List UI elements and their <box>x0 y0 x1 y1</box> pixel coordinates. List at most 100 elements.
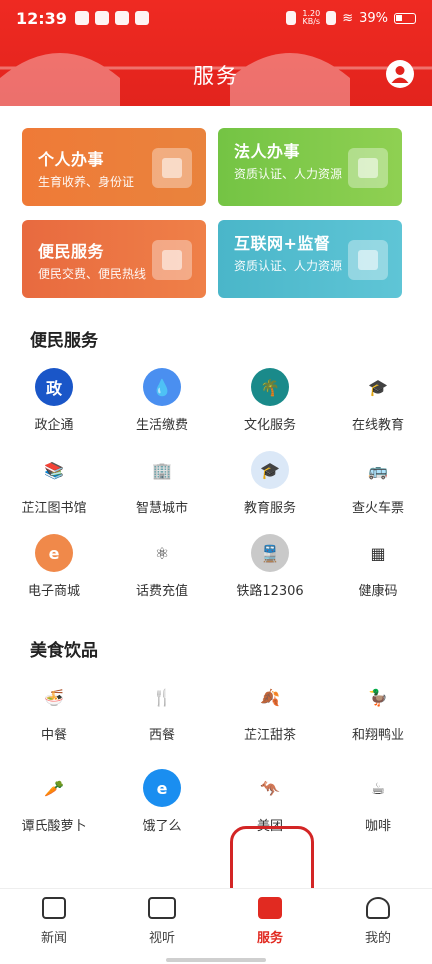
service-item-label: 话费充值 <box>135 584 188 599</box>
service-item[interactable]: 🍜 中餐 <box>0 678 108 750</box>
tab-label: 服务 <box>256 931 283 946</box>
status-right: 1.20 KB/s ≋ 39% <box>286 10 416 26</box>
government-icon: 政 <box>35 368 73 406</box>
monitor-icon <box>348 240 388 280</box>
card-subtitle: 生育收养、身份证 <box>38 175 135 189</box>
service-item-label: 芷江甜茶 <box>243 728 296 743</box>
card-convenience-service[interactable]: 便民服务 便民交费、便民热线 <box>22 220 206 298</box>
coffee-icon: ☕ <box>359 769 397 807</box>
service-item[interactable]: 🎓 教育服务 <box>216 451 324 523</box>
duck-icon: 🦆 <box>359 678 397 716</box>
service-item[interactable]: 🚌 查火车票 <box>324 451 432 523</box>
service-item[interactable]: ⚛ 话费充值 <box>108 534 216 606</box>
app-notification-icon <box>94 11 109 25</box>
crown-icon <box>134 11 149 25</box>
service-item-label: 铁路12306 <box>236 584 304 599</box>
status-time: 12:39 <box>16 8 67 28</box>
card-subtitle: 资质认证、人力资源 <box>234 167 343 181</box>
bus-icon: 🚌 <box>359 451 397 489</box>
card-legal-affairs[interactable]: 法人办事 资质认证、人力资源 <box>218 128 402 206</box>
service-item[interactable]: 🦆 和翔鸭业 <box>324 678 432 750</box>
service-item-label: 中餐 <box>40 728 67 743</box>
service-item[interactable]: 🚆 铁路12306 <box>216 534 324 606</box>
tab-video[interactable]: 视听 <box>108 897 216 955</box>
mail-icon <box>114 11 129 25</box>
user-icon <box>391 66 409 83</box>
service-item-label: 查火车票 <box>351 501 404 516</box>
service-item-label: 谭氏酸萝卜 <box>21 819 87 834</box>
service-item-label: 西餐 <box>148 728 175 743</box>
tab-label: 视听 <box>148 931 175 946</box>
service-item-label: 芷江图书馆 <box>21 501 87 516</box>
news-icon <box>42 897 66 919</box>
water-drop-icon: 💧 <box>143 368 181 406</box>
tab-label: 新闻 <box>40 931 67 946</box>
service-item-label: 文化服务 <box>243 418 296 433</box>
home-indicator <box>166 958 266 962</box>
service-item[interactable]: 🎓 在线教育 <box>324 368 432 440</box>
noodle-bowl-icon: 🍜 <box>35 678 73 716</box>
wifi-icon: ≋ <box>342 10 354 26</box>
tab-mine[interactable]: 我的 <box>324 897 432 955</box>
service-item[interactable]: ☕ 咖啡 <box>324 769 432 841</box>
document-icon <box>348 148 388 188</box>
graduation-cap-icon: 🎓 <box>359 368 397 406</box>
shop-icon: e <box>35 534 73 572</box>
palm-icon: 🌴 <box>251 368 289 406</box>
service-item-label: 饿了么 <box>142 819 182 834</box>
card-subtitle: 便民交费、便民热线 <box>38 267 147 281</box>
notification-icons <box>74 11 149 25</box>
service-item[interactable]: 📚 芷江图书馆 <box>0 451 108 523</box>
network-speed: 1.20 KB/s <box>302 9 321 26</box>
bottom-nav: 新闻 视听 服务 我的 <box>0 888 432 964</box>
tab-news[interactable]: 新闻 <box>0 897 108 955</box>
service-item-label: 生活缴费 <box>135 418 188 433</box>
section-title-food: 美食饮品 <box>30 641 98 661</box>
card-subtitle: 资质认证、人力资源 <box>234 259 343 273</box>
service-item[interactable]: e 电子商城 <box>0 534 108 606</box>
battery-text: 39% <box>359 10 388 26</box>
carrot-icon: 🥕 <box>35 769 73 807</box>
video-icon <box>148 897 176 919</box>
vibrate-icon <box>286 11 297 25</box>
section-title-convenience: 便民服务 <box>30 331 98 351</box>
folder-compass-icon <box>152 240 192 280</box>
profile-icon <box>366 897 390 919</box>
card-internet-supervision[interactable]: 互联网+监督 资质认证、人力资源 <box>218 220 402 298</box>
page-title: 服务 <box>193 64 239 88</box>
atom-icon: ⚛ <box>143 534 181 572</box>
service-item[interactable]: 政政企通 <box>0 368 108 440</box>
tab-label: 我的 <box>364 931 391 946</box>
meituan-icon: 🦘 <box>251 769 289 807</box>
tea-leaf-icon: 🍂 <box>251 678 289 716</box>
service-content: 个人办事 生育收养、身份证 法人办事 资质认证、人力资源 便民服务 便民交费、便… <box>0 106 432 888</box>
sim-icon <box>326 11 337 25</box>
service-item-label: 电子商城 <box>27 584 80 599</box>
card-personal-affairs[interactable]: 个人办事 生育收养、身份证 <box>22 128 206 206</box>
building-icon: 🏢 <box>143 451 181 489</box>
train-icon: 🚆 <box>251 534 289 572</box>
service-item[interactable]: e 饿了么 <box>108 769 216 841</box>
service-item-label: 教育服务 <box>243 501 296 516</box>
id-card-icon <box>152 148 192 188</box>
profile-button[interactable] <box>386 60 414 88</box>
service-item[interactable]: 🥕 谭氏酸萝卜 <box>0 769 108 841</box>
service-bookmark-icon <box>258 897 282 919</box>
battery-icon <box>394 12 416 24</box>
service-item[interactable]: 🌴 文化服务 <box>216 368 324 440</box>
header: 12:39 1.20 KB/s ≋ 39% 服务 <box>0 0 432 106</box>
service-item[interactable]: ▦ 健康码 <box>324 534 432 606</box>
service-item-label: 智慧城市 <box>135 501 188 516</box>
service-item[interactable]: 💧 生活缴费 <box>108 368 216 440</box>
service-item[interactable]: 🍂 芷江甜茶 <box>216 678 324 750</box>
fork-knife-icon: 🍴 <box>143 678 181 716</box>
education-icon: 🎓 <box>251 451 289 489</box>
tab-service[interactable]: 服务 <box>216 897 324 955</box>
qr-code-icon: ▦ <box>359 534 397 572</box>
service-item-label: 咖啡 <box>364 819 391 834</box>
service-item[interactable]: 🍴 西餐 <box>108 678 216 750</box>
service-item-label: 健康码 <box>358 584 398 599</box>
service-item-label: 在线教育 <box>351 418 404 433</box>
status-bar: 12:39 1.20 KB/s ≋ 39% <box>0 0 432 36</box>
service-item[interactable]: 🏢 智慧城市 <box>108 451 216 523</box>
